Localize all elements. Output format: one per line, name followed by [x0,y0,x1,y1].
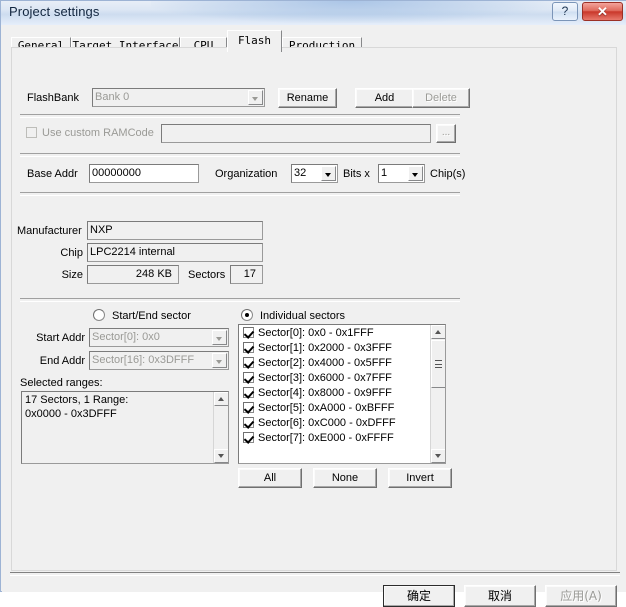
ramcode-browse-button: ... [436,124,456,143]
list-item[interactable]: Sector[0]: 0x0 - 0x1FFF [239,325,430,340]
list-item[interactable]: Sector[4]: 0x8000 - 0x9FFF [239,385,430,400]
flashbank-combo[interactable]: Bank 0 [92,88,265,107]
titlebar-glow [151,1,551,23]
chips-label: Chip(s) [430,168,466,180]
selected-ranges-label: Selected ranges: [20,377,103,389]
scroll-down-icon[interactable] [214,449,228,463]
apply-button: 应用(A) [545,585,617,607]
start-end-sector-radio[interactable] [93,309,105,321]
close-button[interactable]: ✕ [582,2,623,21]
bits-label: Bits x [343,168,370,180]
sectors-label: Sectors [188,269,226,281]
sector-label: Sector[3]: 0x6000 - 0x7FFF [258,372,392,384]
sector-label: Sector[5]: 0xA000 - 0xBFFF [258,402,395,414]
start-addr-combo: Sector[0]: 0x0 [89,328,229,347]
flashbank-label: FlashBank [27,92,79,104]
base-addr-field[interactable]: 00000000 [89,164,199,183]
sector-listbox[interactable]: Sector[0]: 0x0 - 0x1FFF Sector[1]: 0x200… [238,324,446,464]
flashbank-value: Bank 0 [95,91,130,103]
tab-flash[interactable]: Flash [227,30,282,52]
ok-button[interactable]: 确定 [383,585,455,607]
flash-tab-panel: FlashBank Bank 0 Rename Add Delete Use c… [11,47,617,571]
scroll-up-icon[interactable] [431,325,445,339]
scrollbar-thumb[interactable] [431,340,445,388]
separator-3 [20,192,460,196]
separator-2 [20,153,460,157]
sector-checkbox[interactable] [243,372,254,383]
scroll-down-icon[interactable] [431,449,445,463]
sector-label: Sector[4]: 0x8000 - 0x9FFF [258,387,392,399]
size-field: 248 KB [87,265,179,284]
chevron-down-icon[interactable] [408,166,423,181]
delete-button: Delete [412,88,470,108]
use-custom-ramcode-label: Use custom RAMCode [42,127,154,139]
end-addr-value: Sector[16]: 0x3DFFF [92,354,195,366]
base-addr-label: Base Addr [27,168,78,180]
separator-4 [20,298,460,302]
sector-checkbox[interactable] [243,357,254,368]
chip-field: LPC2214 internal [87,243,263,262]
list-item[interactable]: Sector[1]: 0x2000 - 0x3FFF [239,340,430,355]
select-none-button[interactable]: None [313,468,377,488]
select-all-button[interactable]: All [238,468,302,488]
sector-label: Sector[7]: 0xE000 - 0xFFFF [258,432,394,444]
ramcode-path-field [161,124,431,143]
chevron-down-icon [212,330,227,345]
start-addr-value: Sector[0]: 0x0 [92,331,160,343]
individual-sectors-radio[interactable] [241,309,253,321]
sector-label: Sector[0]: 0x0 - 0x1FFF [258,327,374,339]
list-item[interactable]: Sector[2]: 0x4000 - 0x5FFF [239,355,430,370]
sectors-field: 17 [230,265,263,284]
list-item[interactable]: Sector[7]: 0xE000 - 0xFFFF [239,430,430,445]
chevron-down-icon [212,353,227,368]
list-item[interactable]: Sector[3]: 0x6000 - 0x7FFF [239,370,430,385]
footer-separator [10,572,620,576]
start-end-sector-label[interactable]: Start/End sector [112,310,191,322]
organization-label: Organization [215,168,278,180]
cancel-button[interactable]: 取消 [464,585,536,607]
sector-checkbox[interactable] [243,402,254,413]
sector-checkbox[interactable] [243,387,254,398]
organization-combo[interactable]: 32 [291,164,338,183]
manufacturer-field: NXP [87,221,263,240]
organization-value: 32 [294,167,307,179]
sector-checkbox[interactable] [243,327,254,338]
separator-1 [20,114,460,118]
sector-label: Sector[6]: 0xC000 - 0xDFFF [258,417,396,429]
rename-button[interactable]: Rename [278,88,337,108]
list-item[interactable]: Sector[5]: 0xA000 - 0xBFFF [239,400,430,415]
help-button[interactable]: ? [552,2,578,21]
scrollbar-grip-icon [435,360,442,368]
dialog-client-area: General Target Interface CPU Flash Produ… [2,25,626,607]
add-button[interactable]: Add [355,88,414,108]
sector-label: Sector[2]: 0x4000 - 0x5FFF [258,357,392,369]
list-item[interactable]: Sector[6]: 0xC000 - 0xDFFF [239,415,430,430]
sector-label: Sector[1]: 0x2000 - 0x3FFF [258,342,392,354]
chips-combo[interactable]: 1 [378,164,425,183]
selected-ranges-text: 17 Sectors, 1 Range: 0x0000 - 0x3DFFF [25,394,129,420]
use-custom-ramcode-checkbox [26,127,37,138]
sector-list-viewport: Sector[0]: 0x0 - 0x1FFF Sector[1]: 0x200… [239,325,430,463]
end-addr-label: End Addr [39,355,85,367]
selected-ranges-scrollbar[interactable] [213,392,228,463]
chips-value: 1 [381,167,388,179]
chevron-down-icon[interactable] [321,166,336,181]
start-addr-label: Start Addr [36,332,85,344]
sector-checkbox[interactable] [243,417,254,428]
sector-checkbox[interactable] [243,342,254,353]
chevron-down-icon[interactable] [248,90,263,105]
end-addr-combo: Sector[16]: 0x3DFFF [89,351,229,370]
invert-selection-button[interactable]: Invert [388,468,452,488]
chip-label: Chip [60,247,83,259]
window-title: Project settings [9,4,100,19]
size-label: Size [61,269,83,281]
project-settings-dialog: Project settings ? ✕ General Target Inte… [0,0,626,607]
scroll-up-icon[interactable] [214,392,228,406]
sector-checkbox[interactable] [243,432,254,443]
selected-ranges-listbox[interactable]: 17 Sectors, 1 Range: 0x0000 - 0x3DFFF [21,391,229,464]
title-bar: Project settings ? ✕ [1,1,626,25]
individual-sectors-label[interactable]: Individual sectors [260,310,345,322]
manufacturer-label: Manufacturer [17,225,82,237]
sector-list-scrollbar[interactable] [430,325,445,463]
